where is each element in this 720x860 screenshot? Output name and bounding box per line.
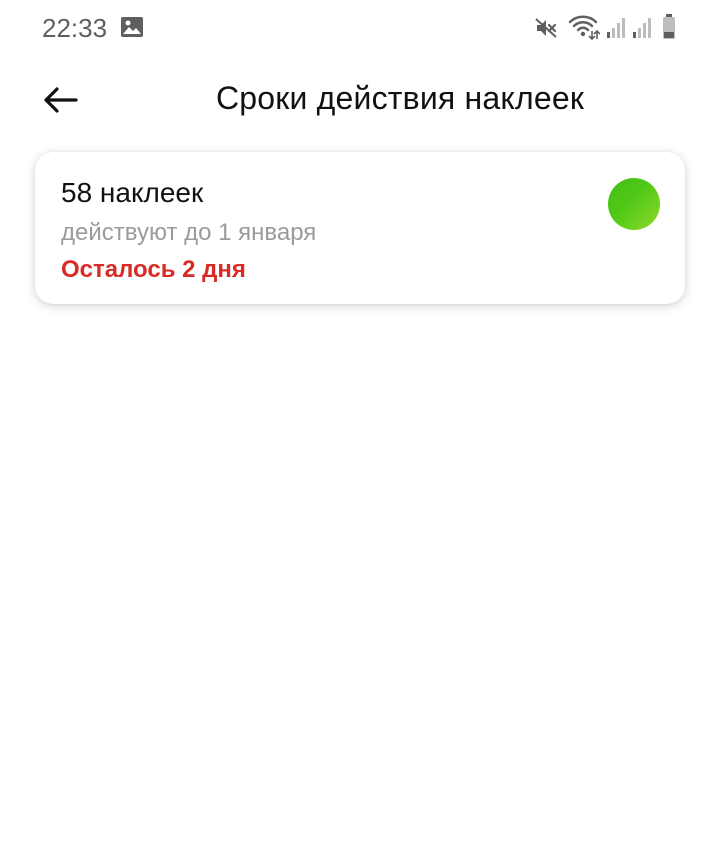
status-indicator-dot [608,178,660,230]
signal-icon [606,16,626,43]
arrow-left-icon [44,87,78,113]
page-title: Сроки действия наклеек [215,80,585,116]
battery-icon [662,14,676,45]
gallery-icon [120,16,144,38]
signal-icon [632,16,652,43]
mute-icon [534,16,558,45]
days-remaining-text: Осталось 2 дня [61,256,246,283]
status-bar: 22:33 [0,0,720,56]
sticker-expiry-card[interactable]: 58 наклеек действуют до 1 января Осталос… [35,152,685,304]
sticker-count: 58 наклеек [61,177,204,208]
valid-until-text: действуют до 1 января [61,219,317,246]
status-time: 22:33 [42,13,108,43]
back-button[interactable] [38,78,82,122]
app-header: Сроки действия наклеек [0,62,720,136]
wifi-icon [568,14,601,45]
